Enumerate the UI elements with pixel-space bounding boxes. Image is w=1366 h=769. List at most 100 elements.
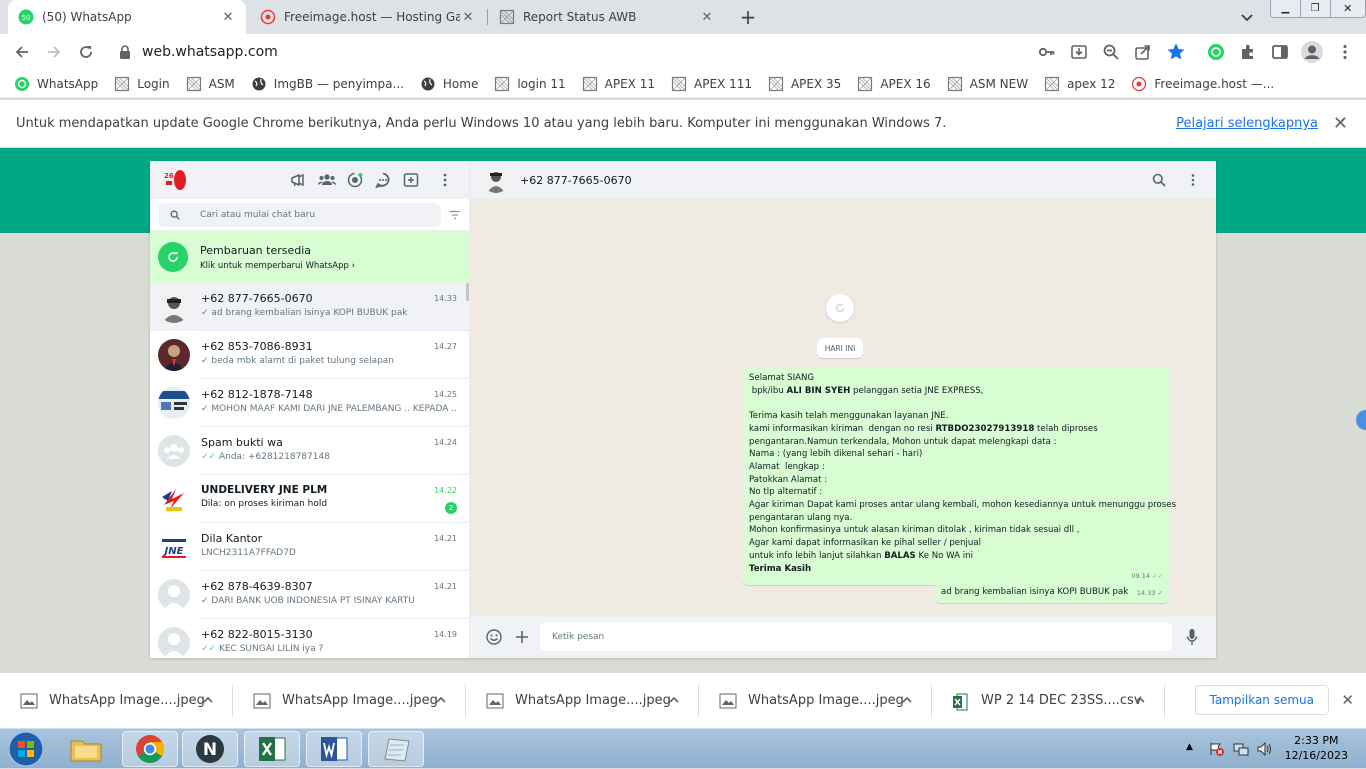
chat-list-item[interactable]: +62 853-7086-8931 ✓ beda mbk alamt di pak…	[150, 331, 469, 379]
bookmark-item[interactable]: APEX 11	[582, 76, 655, 92]
volume-icon[interactable]	[1256, 741, 1274, 757]
bookmark-item[interactable]: apex 12	[1044, 76, 1115, 92]
chat-list-item[interactable]: UNDELIVERY JNE PLM Dila: on proses kirima…	[150, 475, 469, 523]
lock-icon[interactable]	[118, 44, 132, 60]
bookmark-item[interactable]: login 11	[494, 76, 566, 92]
filter-icon[interactable]	[449, 210, 461, 220]
back-icon[interactable]	[12, 42, 32, 62]
emoji-icon[interactable]	[486, 629, 502, 645]
tab-report-status[interactable]: Report Status AWB ✕	[489, 0, 725, 34]
chevron-up-icon[interactable]	[434, 693, 448, 707]
network-icon[interactable]	[1233, 741, 1249, 757]
chevron-up-icon[interactable]	[667, 693, 681, 707]
excel-taskbar-icon[interactable]	[244, 731, 300, 767]
tab-freeimage[interactable]: Freeimage.host — Hosting Gamb ✕	[250, 0, 486, 34]
profile-avatar[interactable]	[1300, 40, 1324, 64]
chat-list-item[interactable]: +62 812-1878-7148 ✓ MOHON MAAF KAMI DARI …	[150, 379, 469, 427]
chat-list-item[interactable]: Spam bukti wa ✓✓ Anda: +6281218787148 14.2…	[150, 427, 469, 475]
image-file-icon	[253, 693, 271, 709]
menu-icon[interactable]	[1188, 173, 1198, 187]
bookmark-item[interactable]: APEX 111	[671, 76, 752, 92]
bookmark-item[interactable]: APEX 35	[768, 76, 841, 92]
show-hidden-icons-icon[interactable]: ▲	[1186, 742, 1193, 752]
chat-list-item[interactable]: +62 877-7665-0670 ✓ ad brang kembalian is…	[150, 283, 469, 331]
new-tab-button[interactable]: +	[737, 5, 759, 29]
start-button[interactable]	[4, 729, 48, 769]
bookmark-star-icon[interactable]	[1166, 42, 1186, 62]
side-extension-tab[interactable]	[1356, 410, 1366, 430]
key-icon[interactable]	[1038, 43, 1056, 61]
chevron-up-icon[interactable]	[900, 693, 914, 707]
search-input[interactable]: Cari atau mulai chat baru	[158, 202, 441, 227]
close-tab-icon[interactable]: ✕	[460, 9, 476, 25]
minimize-button[interactable]: ▁	[1271, 0, 1300, 17]
nexus-taskbar-icon[interactable]: N	[182, 731, 238, 767]
reply-bubble[interactable]: ad brang kembalian isinya KOPI BUBUK pak…	[935, 583, 1169, 603]
zoom-icon[interactable]	[1102, 43, 1120, 61]
close-tab-icon[interactable]: ✕	[699, 9, 715, 25]
notes-taskbar-icon[interactable]	[368, 731, 424, 767]
bookmark-item[interactable]: ASM NEW	[947, 76, 1028, 92]
learn-more-link[interactable]: Pelajari selengkapnya	[1176, 116, 1318, 131]
chat-name: +62 878-4639-8307	[201, 580, 313, 593]
address-bar[interactable]: web.whatsapp.com	[110, 38, 1200, 66]
channels-icon[interactable]	[375, 172, 391, 188]
menu-icon[interactable]	[439, 172, 451, 188]
action-center-icon[interactable]	[1209, 741, 1225, 757]
close-downloads-icon[interactable]: ✕	[1341, 691, 1354, 709]
download-item[interactable]: WhatsApp Image....jpeg	[233, 673, 466, 729]
bookmark-item[interactable]: Login	[114, 76, 170, 92]
chat-list-item[interactable]: +62 878-4639-8307 ✓ DARI BANK UOB INDONES…	[150, 571, 469, 619]
download-item[interactable]: WhatsApp Image....jpeg	[0, 673, 233, 729]
bookmark-item[interactable]: ImgBB — penyimpa...	[251, 76, 404, 92]
update-banner[interactable]: Pembaruan tersedia Klik untuk memperbaru…	[150, 231, 469, 283]
groups-icon[interactable]	[318, 172, 336, 188]
bookmark-item[interactable]: WhatsApp	[14, 76, 98, 92]
communities-icon[interactable]	[290, 172, 306, 188]
attach-plus-icon[interactable]	[514, 629, 530, 645]
bookmark-item[interactable]: ASM	[186, 76, 235, 92]
chrome-menu-icon[interactable]	[1335, 42, 1355, 62]
status-icon[interactable]	[347, 172, 363, 188]
bookmark-item[interactable]: APEX 16	[857, 76, 931, 92]
contact-avatar[interactable]	[483, 167, 509, 193]
forward-icon[interactable]	[44, 42, 64, 62]
microphone-icon[interactable]	[1186, 628, 1198, 646]
download-item[interactable]: WP 2 14 DEC 23SS....csv	[932, 673, 1165, 729]
new-chat-icon[interactable]	[403, 172, 419, 188]
download-item[interactable]: WhatsApp Image....jpeg	[699, 673, 932, 729]
bookmark-item[interactable]: Home	[420, 76, 478, 92]
tab-search-chevron-icon[interactable]	[1238, 8, 1256, 26]
install-app-icon[interactable]	[1070, 43, 1088, 61]
word-taskbar-icon[interactable]	[306, 731, 362, 767]
close-tab-icon[interactable]: ✕	[220, 9, 236, 25]
message-input[interactable]: Ketik pesan	[540, 622, 1172, 651]
tab-whatsapp[interactable]: 50 (50) WhatsApp ✕	[8, 0, 246, 34]
chat-list: +62 877-7665-0670 ✓ ad brang kembalian is…	[150, 283, 469, 658]
search-icon[interactable]	[1152, 173, 1166, 187]
message-bubble[interactable]: Selamat SIANG bpk/ibu ALI BIN SYEH pelan…	[743, 367, 1176, 586]
conversation-header[interactable]: +62 877-7665-0670	[470, 161, 1216, 199]
my-avatar[interactable]: 26	[162, 168, 188, 192]
system-clock[interactable]: 2:33 PM 12/16/2023	[1285, 733, 1348, 763]
extensions-icon[interactable]	[1238, 42, 1258, 62]
reload-icon[interactable]	[76, 42, 96, 62]
chat-list-scrollbar[interactable]	[466, 283, 469, 301]
chrome-taskbar-icon[interactable]	[122, 731, 178, 767]
close-infobar-icon[interactable]: ✕	[1333, 113, 1348, 134]
file-explorer-taskbar-icon[interactable]	[58, 731, 114, 767]
close-window-button[interactable]: ✕	[1329, 0, 1366, 17]
line-bold-text: ALI BIN SYEH	[786, 385, 851, 396]
chat-list-item[interactable]: +62 822-8015-3130 ✓✓ KEC SUNGAI LILIN iya…	[150, 619, 469, 658]
side-panel-icon[interactable]	[1270, 42, 1290, 62]
load-older-messages-button[interactable]	[826, 294, 854, 322]
whatsapp-extension-icon[interactable]	[1206, 42, 1226, 62]
chevron-up-icon[interactable]	[1133, 693, 1147, 707]
share-icon[interactable]	[1134, 43, 1152, 61]
chevron-up-icon[interactable]	[201, 693, 215, 707]
chat-list-item[interactable]: JNE Dila Kantor LNCH2311A7FFAD7D 14.21	[150, 523, 469, 571]
restore-button[interactable]: ❐	[1299, 0, 1330, 17]
show-all-downloads-button[interactable]: Tampilkan semua	[1194, 685, 1329, 715]
bookmark-item[interactable]: Freeimage.host —...	[1131, 76, 1274, 92]
download-item[interactable]: WhatsApp Image....jpeg	[466, 673, 699, 729]
